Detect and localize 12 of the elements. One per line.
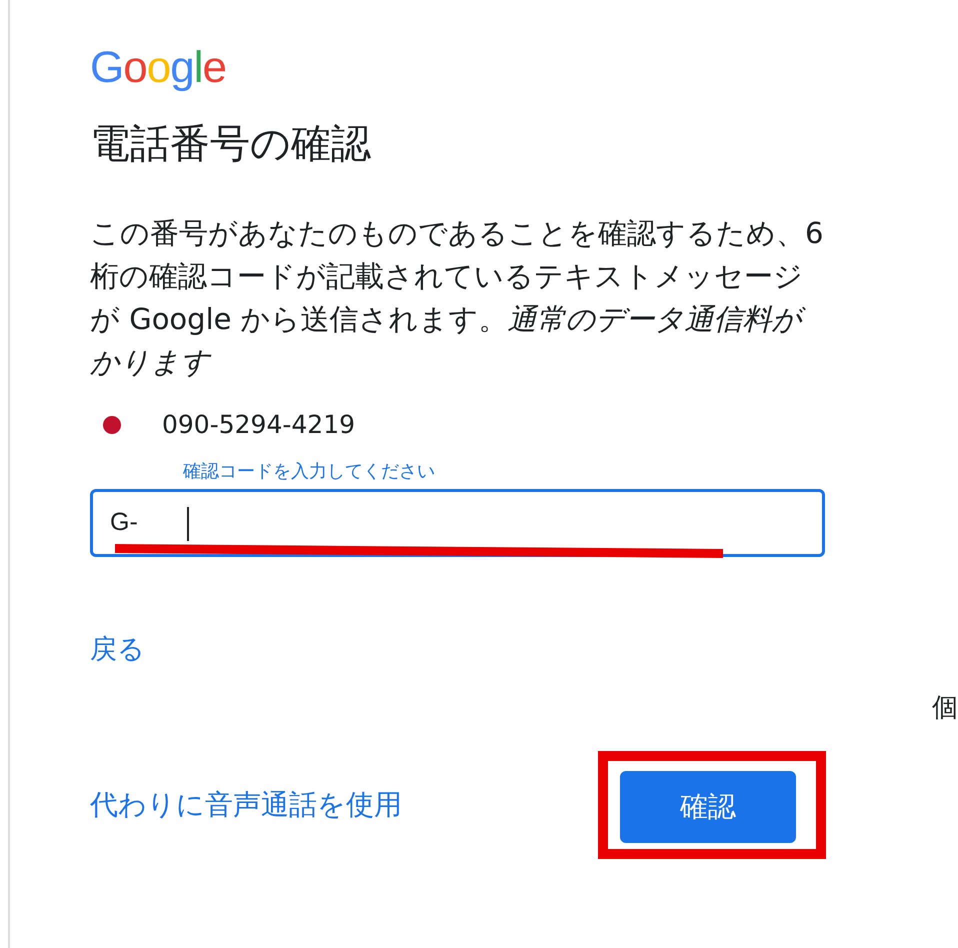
- logo: Google: [90, 42, 226, 94]
- phone-number: 090-5294-4219: [162, 410, 356, 439]
- description-text: この番号があなたのものであることを確認するため、6 桁の確認コードが記載されているテキストメッセージが Google から送信されます。通常のデータ通信料がかります: [90, 215, 824, 381]
- page-title: 電話番号の確認: [90, 120, 371, 169]
- confirm-button[interactable]: 確認: [620, 771, 796, 843]
- code-input-field[interactable]: G-: [90, 489, 825, 557]
- text-cursor: [187, 507, 189, 541]
- voice-call-link[interactable]: 代わりに音声通話を使用: [90, 786, 402, 824]
- back-link[interactable]: 戻る: [90, 631, 145, 667]
- country-dot-icon: [103, 416, 121, 434]
- field-label: 確認コードを入力してください: [183, 460, 435, 483]
- side-text: 個: [932, 692, 958, 725]
